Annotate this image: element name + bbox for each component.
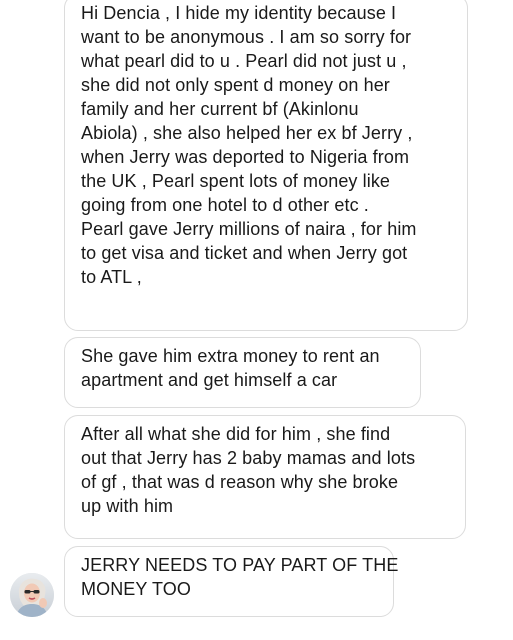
message-line: Hi Dencia , I hide my identity because I — [81, 3, 397, 23]
message-line: apartment and get himself a car — [81, 370, 338, 390]
message-line: MONEY TOO — [81, 579, 191, 599]
message-bubble[interactable]: JERRY NEEDS TO PAY PART OF THE MONEY TOO — [64, 546, 399, 617]
message-line: going from one hotel to d other etc . — [81, 195, 369, 215]
message-line: to get visa and ticket and when Jerry go… — [81, 243, 408, 263]
message-line: to ATL , — [81, 267, 142, 287]
message-bubble[interactable]: After all what she did for him , she fin… — [64, 415, 466, 539]
message-line: After all what she did for him , she fin… — [81, 424, 391, 444]
message-line: She gave him extra money to rent an — [81, 346, 380, 366]
message-bubble[interactable]: Hi Dencia , I hide my identity because I… — [64, 0, 468, 331]
message-line: what pearl did to u . Pearl did not just… — [81, 51, 407, 71]
message-line: Pearl gave Jerry millions of naira , for… — [81, 219, 417, 239]
message-line: want to be anonymous . I am so sorry for — [81, 27, 412, 47]
message-line: when Jerry was deported to Nigeria from — [81, 147, 410, 167]
message-line: she did not only spent d money on her — [81, 75, 390, 95]
message-line: JERRY NEEDS TO PAY PART OF THE — [81, 555, 399, 575]
message-bubble[interactable]: She gave him extra money to rent an apar… — [64, 337, 421, 408]
sender-avatar[interactable] — [10, 573, 54, 617]
user-avatar-photo-icon — [10, 573, 54, 617]
message-line: out that Jerry has 2 baby mamas and lots — [81, 448, 416, 468]
message-line: Abiola) , she also helped her ex bf Jerr… — [81, 123, 413, 143]
message-line: the UK , Pearl spent lots of money like — [81, 171, 391, 191]
message-thread: Hi Dencia , I hide my identity because I… — [0, 0, 513, 640]
message-line: up with him — [81, 496, 174, 516]
message-line: family and her current bf (Akinlonu — [81, 99, 359, 119]
message-line: of gf , that was d reason why she broke — [81, 472, 399, 492]
